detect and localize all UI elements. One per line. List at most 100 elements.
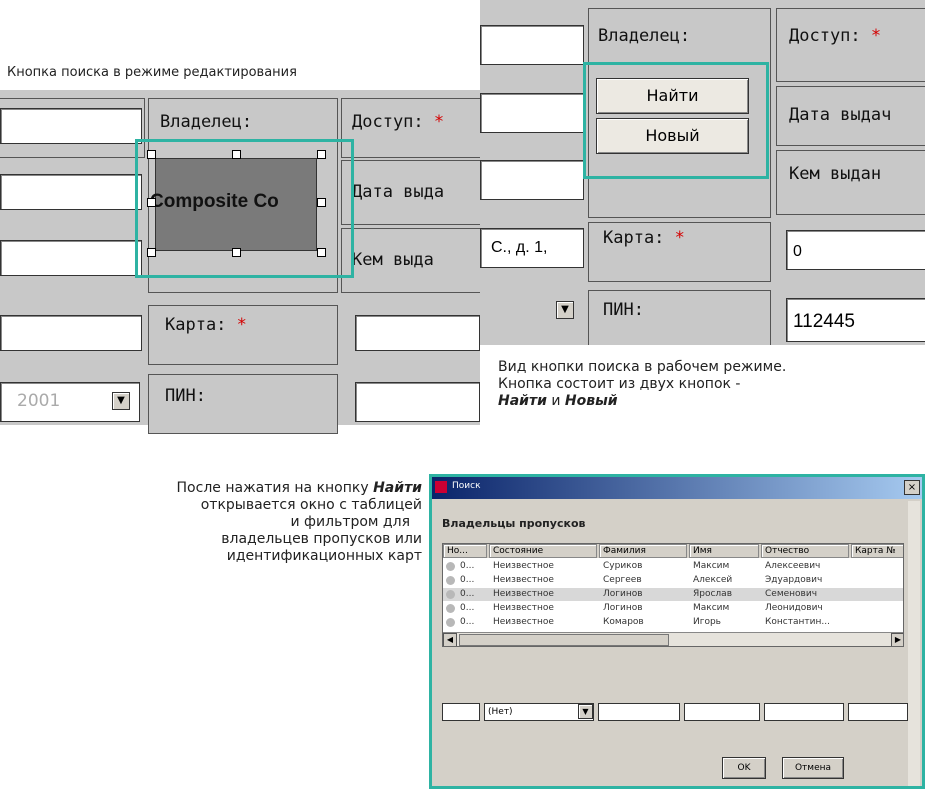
cell: 0... bbox=[460, 575, 475, 585]
pin-field[interactable] bbox=[355, 382, 480, 422]
pin-label: ПИН: bbox=[603, 300, 644, 320]
cell: Неизвестное bbox=[493, 617, 554, 627]
table-row-selected[interactable]: 0... Неизвестное Логинов Ярослав Семенов… bbox=[443, 588, 903, 601]
issued-by-label: Кем выда bbox=[352, 250, 434, 270]
column-header[interactable]: Имя bbox=[689, 544, 759, 558]
chevron-down-icon[interactable]: ▼ bbox=[556, 301, 574, 319]
caption-line: и фильтром для bbox=[290, 514, 411, 530]
card-field[interactable] bbox=[355, 315, 480, 351]
caption-line: открывается окно с таблицей bbox=[200, 497, 422, 513]
table-row[interactable]: 0... Неизвестное Логинов Максим Леонидов… bbox=[443, 602, 903, 615]
address-field[interactable]: С., д. 1, bbox=[480, 228, 584, 268]
text-field[interactable] bbox=[0, 240, 142, 276]
access-label: Доступ: * bbox=[352, 112, 445, 132]
pin-label: ПИН: bbox=[165, 386, 206, 406]
text-field[interactable] bbox=[0, 174, 142, 210]
edit-mode-caption: Кнопка поиска в режиме редактирования bbox=[7, 65, 297, 80]
caption-line: После нажатия на кнопку Найти bbox=[176, 480, 422, 496]
cell: 0... bbox=[460, 617, 475, 627]
filter-field[interactable] bbox=[598, 703, 680, 721]
filter-field[interactable] bbox=[848, 703, 908, 721]
composite-control[interactable]: Composite Co bbox=[150, 158, 317, 251]
status-dot-icon bbox=[446, 590, 455, 599]
pin-field[interactable]: 112445 bbox=[786, 298, 925, 342]
new-button[interactable]: Новый bbox=[596, 118, 749, 154]
column-header[interactable]: Карта № bbox=[851, 544, 903, 558]
text-field[interactable] bbox=[0, 108, 142, 144]
resize-handle[interactable] bbox=[317, 150, 326, 159]
scroll-left-icon[interactable]: ◀ bbox=[443, 633, 457, 646]
find-button[interactable]: Найти bbox=[596, 78, 749, 114]
cell: Леонидович bbox=[765, 603, 823, 613]
caption-line: Вид кнопки поиска в рабочем режиме. bbox=[498, 359, 787, 375]
cell: Максим bbox=[693, 561, 730, 571]
cell: Алексеевич bbox=[765, 561, 821, 571]
table-row[interactable]: 0... Неизвестное Суриков Максим Алексеев… bbox=[443, 560, 903, 573]
cell: 0... bbox=[460, 561, 475, 571]
column-header[interactable]: Состояние bbox=[489, 544, 597, 558]
resize-handle[interactable] bbox=[317, 248, 326, 257]
issued-by-label: Кем выдан bbox=[789, 164, 882, 184]
ok-button[interactable]: OK bbox=[722, 757, 766, 779]
caption-line: идентификационных карт bbox=[226, 548, 422, 564]
owners-table: Но... Состояние Фамилия Имя Отчество Кар… bbox=[442, 543, 904, 647]
cell: Логинов bbox=[603, 589, 643, 599]
issue-date-label: Дата выдач bbox=[789, 105, 892, 125]
text-field[interactable] bbox=[480, 25, 584, 65]
search-dialog: Поиск × Владельцы пропусков Но... Состоя… bbox=[429, 474, 925, 789]
cell: Комаров bbox=[603, 617, 644, 627]
card-field[interactable]: 0 bbox=[786, 230, 925, 270]
resize-handle[interactable] bbox=[147, 248, 156, 257]
resize-handle[interactable] bbox=[232, 150, 241, 159]
status-dot-icon bbox=[446, 604, 455, 613]
filter-field[interactable] bbox=[764, 703, 844, 721]
resize-handle[interactable] bbox=[317, 198, 326, 207]
composite-label: Composite Co bbox=[150, 191, 279, 212]
text-field[interactable] bbox=[0, 315, 142, 351]
table-header: Но... Состояние Фамилия Имя Отчество Кар… bbox=[443, 544, 903, 558]
owner-label: Владелец: bbox=[598, 26, 691, 46]
text-field[interactable] bbox=[480, 160, 584, 200]
cell: Игорь bbox=[693, 617, 721, 627]
cell: Алексей bbox=[693, 575, 733, 585]
chevron-down-icon[interactable]: ▼ bbox=[578, 704, 593, 719]
owner-label: Владелец: bbox=[160, 112, 253, 132]
caption-line: владельцев пропусков или bbox=[221, 531, 422, 547]
filter-field[interactable] bbox=[442, 703, 480, 721]
issue-date-label: Дата выда bbox=[352, 182, 445, 202]
table-row[interactable]: 0... Неизвестное Комаров Игорь Константи… bbox=[443, 616, 903, 629]
card-label: Карта: * bbox=[165, 315, 247, 335]
scrollbar-thumb[interactable] bbox=[459, 634, 669, 646]
form-cell bbox=[588, 290, 771, 350]
horizontal-scrollbar[interactable]: ◀ ▶ bbox=[443, 632, 903, 646]
scroll-right-icon[interactable]: ▶ bbox=[891, 633, 903, 646]
caption-line: Найти и Новый bbox=[498, 393, 618, 409]
dialog-titlebar: Поиск × bbox=[432, 477, 922, 499]
filter-field[interactable] bbox=[684, 703, 760, 721]
cell: Суриков bbox=[603, 561, 643, 571]
cell: Неизвестное bbox=[493, 575, 554, 585]
cell: Эдуардович bbox=[765, 575, 823, 585]
cell: Неизвестное bbox=[493, 603, 554, 613]
cell: Неизвестное bbox=[493, 561, 554, 571]
dialog-heading: Владельцы пропусков bbox=[442, 517, 586, 530]
column-header[interactable]: Но... bbox=[443, 544, 487, 558]
table-row[interactable]: 0... Неизвестное Сергеев Алексей Эдуардо… bbox=[443, 574, 903, 587]
cell: 0... bbox=[460, 589, 475, 599]
cell: Максим bbox=[693, 603, 730, 613]
caption-line: Кнопка состоит из двух кнопок - bbox=[498, 376, 741, 392]
text-field[interactable] bbox=[480, 93, 584, 133]
resize-handle[interactable] bbox=[147, 198, 156, 207]
cell: Неизвестное bbox=[493, 589, 554, 599]
column-header[interactable]: Отчество bbox=[761, 544, 849, 558]
cancel-button[interactable]: Отмена bbox=[782, 757, 844, 779]
column-header[interactable]: Фамилия bbox=[599, 544, 687, 558]
resize-handle[interactable] bbox=[232, 248, 241, 257]
search-caption: После нажатия на кнопку Найти открываетс… bbox=[60, 480, 422, 565]
work-mode-caption: Вид кнопки поиска в рабочем режиме. Кноп… bbox=[498, 359, 786, 410]
resize-handle[interactable] bbox=[147, 150, 156, 159]
vertical-scrollbar[interactable] bbox=[908, 501, 920, 786]
chevron-down-icon[interactable]: ▼ bbox=[112, 392, 130, 410]
close-icon[interactable]: × bbox=[904, 480, 920, 495]
app-icon bbox=[435, 481, 447, 493]
